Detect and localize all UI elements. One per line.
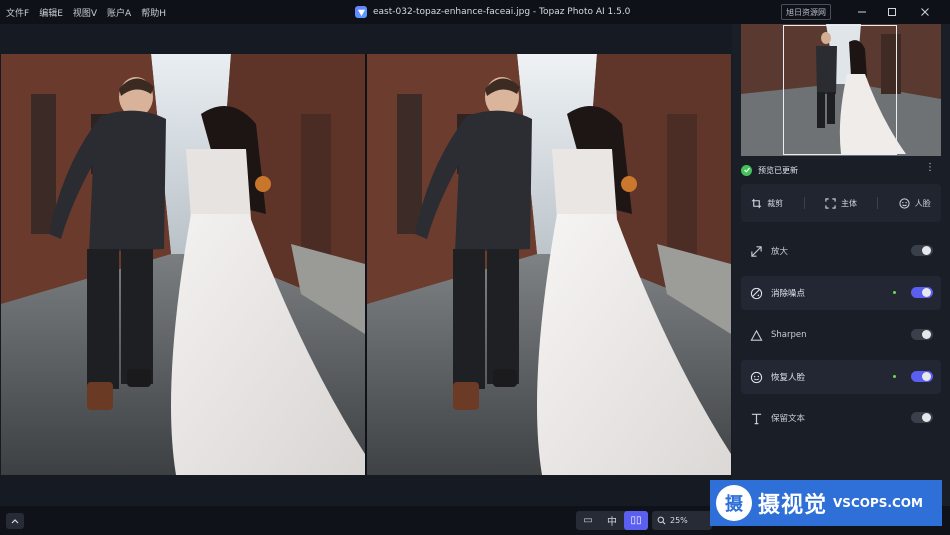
chevron-up-icon (11, 519, 19, 524)
face-icon (899, 197, 910, 209)
active-dot (893, 291, 896, 294)
view-mode-group: ▭ 中 ▯▯ (576, 511, 648, 530)
denoise-toggle[interactable] (911, 287, 933, 298)
original-image[interactable] (1, 54, 365, 475)
close-icon (921, 8, 929, 16)
face-recovery-toggle[interactable] (911, 371, 933, 382)
upscale-icon (749, 244, 763, 258)
more-options-icon[interactable]: ⋮ (925, 163, 935, 173)
zoom-control[interactable]: 25% (652, 511, 712, 530)
crop-tool-button[interactable]: 裁剪 (751, 198, 783, 209)
split-view-button[interactable]: 中 (600, 511, 624, 530)
toggle-knob (922, 330, 931, 339)
zoom-level: 25% (670, 516, 688, 525)
menu-bar: 文件F 编辑E 视图V 账户A 帮助H (0, 6, 166, 19)
feature-face-recovery-label: 恢复人脸 (771, 373, 806, 383)
maximize-icon (888, 8, 896, 16)
crop-icon (752, 198, 762, 208)
watermark-cn-text: 摄视觉 (758, 493, 828, 518)
face-recovery-icon (749, 370, 763, 384)
window-title: east-032-topaz-enhance-faceai.jpg - Topa… (355, 0, 630, 24)
crop-tool-label: 裁剪 (767, 198, 784, 208)
minimize-button[interactable] (847, 0, 877, 24)
preview-status-text: 预览已更新 (758, 165, 798, 175)
feature-preserve-text[interactable]: 保留文本 (741, 401, 941, 435)
active-dot (893, 375, 896, 378)
denoise-icon (749, 286, 763, 300)
toggle-knob (922, 246, 931, 255)
preserve-text-toggle[interactable] (911, 412, 933, 423)
watermark-logo: 摄 (716, 485, 752, 521)
preview-status-row: 预览已更新 ⋮ (741, 160, 941, 180)
toggle-knob (922, 372, 931, 381)
single-view-button[interactable]: ▭ (576, 511, 600, 530)
sharpen-icon (749, 328, 763, 342)
upscale-toggle[interactable] (911, 245, 933, 256)
menu-edit[interactable]: 编辑E (39, 6, 63, 19)
feature-denoise[interactable]: 消除噪点 (741, 276, 941, 310)
toggle-knob (922, 288, 931, 297)
enhanced-preview-image[interactable] (367, 54, 731, 475)
menu-file[interactable]: 文件F (6, 6, 29, 19)
face-tool-label: 人脸 (914, 198, 931, 208)
menu-help[interactable]: 帮助H (141, 6, 166, 19)
tool-card: 裁剪 主体 人脸 (741, 184, 941, 222)
text-icon (749, 411, 763, 425)
subject-tool-button[interactable]: 主体 (825, 197, 857, 209)
check-icon (741, 164, 752, 176)
subject-icon (825, 197, 836, 209)
watermark-banner: 摄 摄视觉 VSCOPS.COM (710, 480, 942, 526)
feature-upscale[interactable]: 放大 (741, 234, 941, 268)
subject-tool-label: 主体 (840, 198, 857, 208)
sharpen-toggle[interactable] (911, 329, 933, 340)
side-by-side-view-button[interactable]: ▯▯ (624, 511, 648, 530)
right-panel: 预览已更新 ⋮ 裁剪 主体 人脸 放大 消除噪点 Sharpen 恢复人脸 保留… (732, 24, 950, 506)
feature-sharpen-label: Sharpen (771, 330, 807, 340)
expand-button[interactable] (6, 513, 24, 529)
tool-separator (877, 197, 879, 209)
topaz-logo-icon (355, 6, 367, 18)
maximize-button[interactable] (877, 0, 907, 24)
window-title-text: east-032-topaz-enhance-faceai.jpg - Topa… (373, 7, 631, 17)
feature-preserve-text-label: 保留文本 (771, 414, 806, 424)
menu-view[interactable]: 视图V (73, 6, 97, 19)
feature-upscale-label: 放大 (771, 247, 789, 257)
watermark-en-text: VSCOPS.COM (833, 496, 923, 510)
menu-account[interactable]: 账户A (107, 6, 131, 19)
watermark-badge: 旭日资源网 (781, 4, 831, 20)
tool-separator (803, 197, 805, 209)
face-tool-button[interactable]: 人脸 (899, 197, 931, 209)
minimize-icon (858, 11, 866, 13)
title-bar: 文件F 编辑E 视图V 账户A 帮助H east-032-topaz-enhan… (0, 0, 950, 24)
navigator-thumbnail[interactable] (741, 24, 941, 156)
close-button[interactable] (910, 0, 940, 24)
feature-denoise-label: 消除噪点 (771, 289, 806, 299)
zoom-icon (657, 516, 666, 525)
image-canvas[interactable] (0, 24, 732, 506)
toggle-knob (922, 413, 931, 422)
feature-sharpen[interactable]: Sharpen (741, 318, 941, 352)
feature-face-recovery[interactable]: 恢复人脸 (741, 360, 941, 394)
navigator-viewport-frame[interactable] (783, 25, 897, 155)
